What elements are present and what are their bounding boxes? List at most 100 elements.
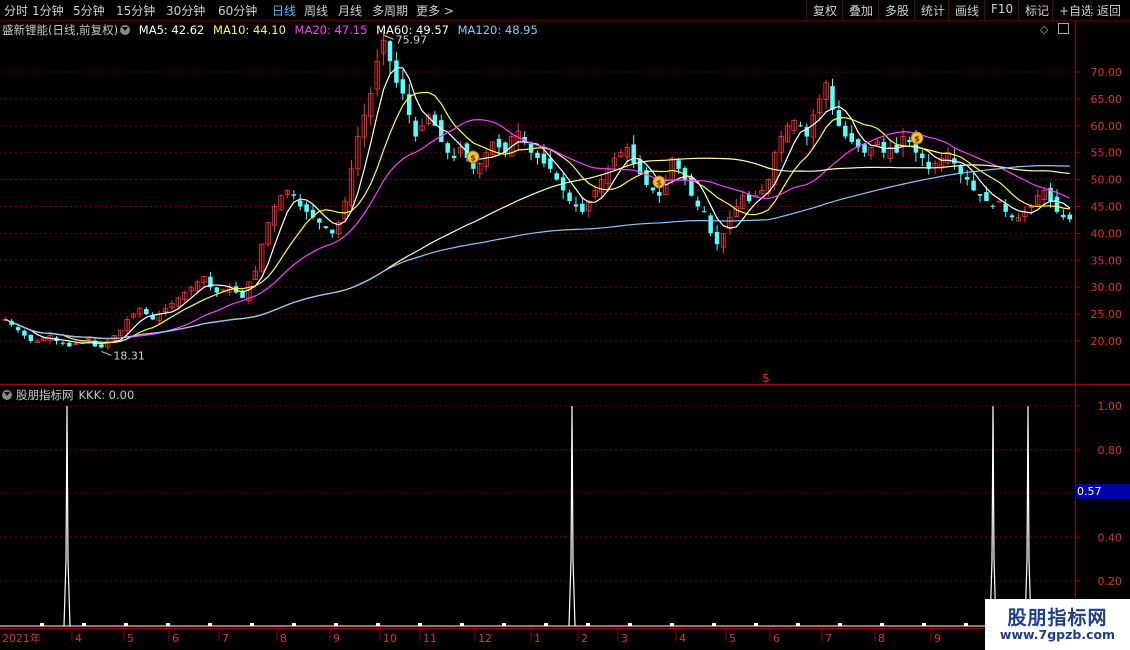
- candle-body: [708, 215, 713, 234]
- candle-body: [1009, 215, 1015, 218]
- candle-body: [541, 153, 547, 164]
- candle-body: [394, 60, 399, 83]
- y-tick-label: 55.00: [1091, 147, 1123, 160]
- watermark-url: www.7gpzb.com: [999, 627, 1116, 642]
- x-date-label: 6: [172, 632, 179, 645]
- candle-body: [580, 203, 585, 212]
- x-date-label: 10: [383, 632, 397, 645]
- kkk-dot: [250, 623, 254, 626]
- candle-body: [567, 192, 572, 202]
- x-date-label: 2021年: [2, 631, 41, 645]
- ma-settings-icon[interactable]: [120, 25, 131, 35]
- kkk-dot: [82, 623, 86, 626]
- kkk-value-label: KKK: 0.00: [78, 388, 135, 402]
- kkk-dot: [418, 623, 422, 626]
- y-tick-label: 60.00: [1091, 120, 1123, 133]
- kkk-dot: [838, 623, 842, 626]
- candle-body: [843, 125, 848, 137]
- kkk-dot: [670, 623, 674, 626]
- kkk-dot: [628, 623, 632, 626]
- candle-body: [977, 194, 983, 196]
- kkk-spike: [568, 405, 576, 627]
- kkk-dot: [376, 623, 380, 626]
- x-date-label: 9: [333, 632, 340, 645]
- candle-body: [304, 204, 309, 212]
- ma-line-ma5: [4, 67, 1071, 344]
- ma60-label: MA60: 49.57: [376, 23, 449, 37]
- diamond-icon[interactable]: ◇: [1040, 23, 1048, 36]
- candle-body: [387, 41, 393, 62]
- y-tick-label: 30.00: [1091, 281, 1123, 294]
- x-date-label: 3: [621, 632, 628, 645]
- x-date-label: 4: [679, 632, 686, 645]
- y-tick-label: 65.00: [1091, 93, 1123, 106]
- kkk-dot: [208, 623, 212, 626]
- ma5-label: MA5: 42.62: [138, 23, 205, 37]
- y-tick-label: 40.00: [1091, 227, 1123, 240]
- money-bag-icon: $: [914, 135, 920, 144]
- candle-body: [573, 204, 579, 207]
- indicator-y-tick-label: 0.20: [1098, 575, 1123, 588]
- candle-body: [676, 160, 681, 169]
- kkk-dot: [754, 623, 758, 626]
- x-date-label: 8: [280, 632, 287, 645]
- x-date-label: 5: [127, 632, 134, 645]
- candle-body: [1067, 214, 1073, 220]
- x-date-label: 8: [878, 632, 885, 645]
- x-date-label: 2: [581, 632, 588, 645]
- candle-body: [214, 287, 220, 293]
- candle-body: [297, 200, 303, 207]
- kkk-dot: [796, 623, 800, 626]
- kkk-dot: [292, 623, 296, 626]
- candle-body: [1054, 196, 1060, 212]
- y-tick-label: 45.00: [1091, 201, 1123, 214]
- kkk-spike: [63, 405, 71, 627]
- ma10-label: MA10: 44.10: [213, 23, 286, 37]
- watermark-title: 股朋指标网: [1007, 607, 1108, 629]
- ma20-label: MA20: 47.15: [294, 23, 368, 37]
- candle-body: [99, 344, 104, 348]
- ma-legend: 盛新锂能(日线,前复权) MA5: 42.62 MA10: 44.10 MA20…: [2, 22, 543, 38]
- candle-body: [22, 330, 27, 336]
- x-date-label: 11: [423, 632, 437, 645]
- kkk-dot: [124, 623, 128, 626]
- money-bag-icon: $: [470, 154, 476, 163]
- candle-body: [330, 229, 335, 234]
- y-tick-label: 70.00: [1091, 66, 1123, 79]
- panel-toggle-icon[interactable]: [1057, 23, 1069, 34]
- kline-chart[interactable]: 70.00 65.00 60.00 55.00 50.00 45.00 40.00 35.00…: [0, 0, 1130, 650]
- candle-body: [445, 143, 450, 153]
- panel-controls: ◇: [1040, 23, 1069, 36]
- x-date-label: 6: [773, 632, 780, 645]
- candle-body: [67, 342, 72, 347]
- candle-body: [439, 120, 444, 142]
- candle-body: [144, 308, 149, 315]
- y-tick-label: 25.00: [1091, 308, 1123, 321]
- candle-body: [1061, 214, 1066, 218]
- watermark-logo: 股朋指标网 www.7gpzb.com: [985, 599, 1130, 650]
- signal-marker: $: [762, 371, 770, 385]
- candle-body: [971, 180, 976, 191]
- kkk-spike: [1024, 405, 1032, 627]
- x-date-label: 1: [534, 632, 541, 645]
- candle-body: [631, 144, 636, 164]
- y-tick-label: 50.00: [1091, 174, 1123, 187]
- candle-body: [400, 79, 406, 94]
- x-date-label: 12: [478, 632, 492, 645]
- indicator-settings-icon[interactable]: [2, 390, 12, 400]
- kkk-dot: [586, 623, 590, 626]
- candle-body: [862, 144, 867, 153]
- candle-body: [650, 187, 656, 191]
- candle-body: [798, 125, 803, 127]
- candle-body: [535, 152, 540, 159]
- kkk-spike: [989, 405, 997, 627]
- indicator-y-tick-label: 0.40: [1098, 531, 1123, 544]
- candle-body: [413, 120, 418, 137]
- kkk-dot: [964, 623, 968, 626]
- low-marker-line: [101, 350, 112, 356]
- candle-body: [984, 192, 989, 202]
- ma120-label: MA120: 48.95: [457, 23, 538, 37]
- indicator-y-tick-label: 1.00: [1098, 400, 1123, 413]
- candle-body: [496, 139, 502, 148]
- kkk-dot: [40, 623, 44, 626]
